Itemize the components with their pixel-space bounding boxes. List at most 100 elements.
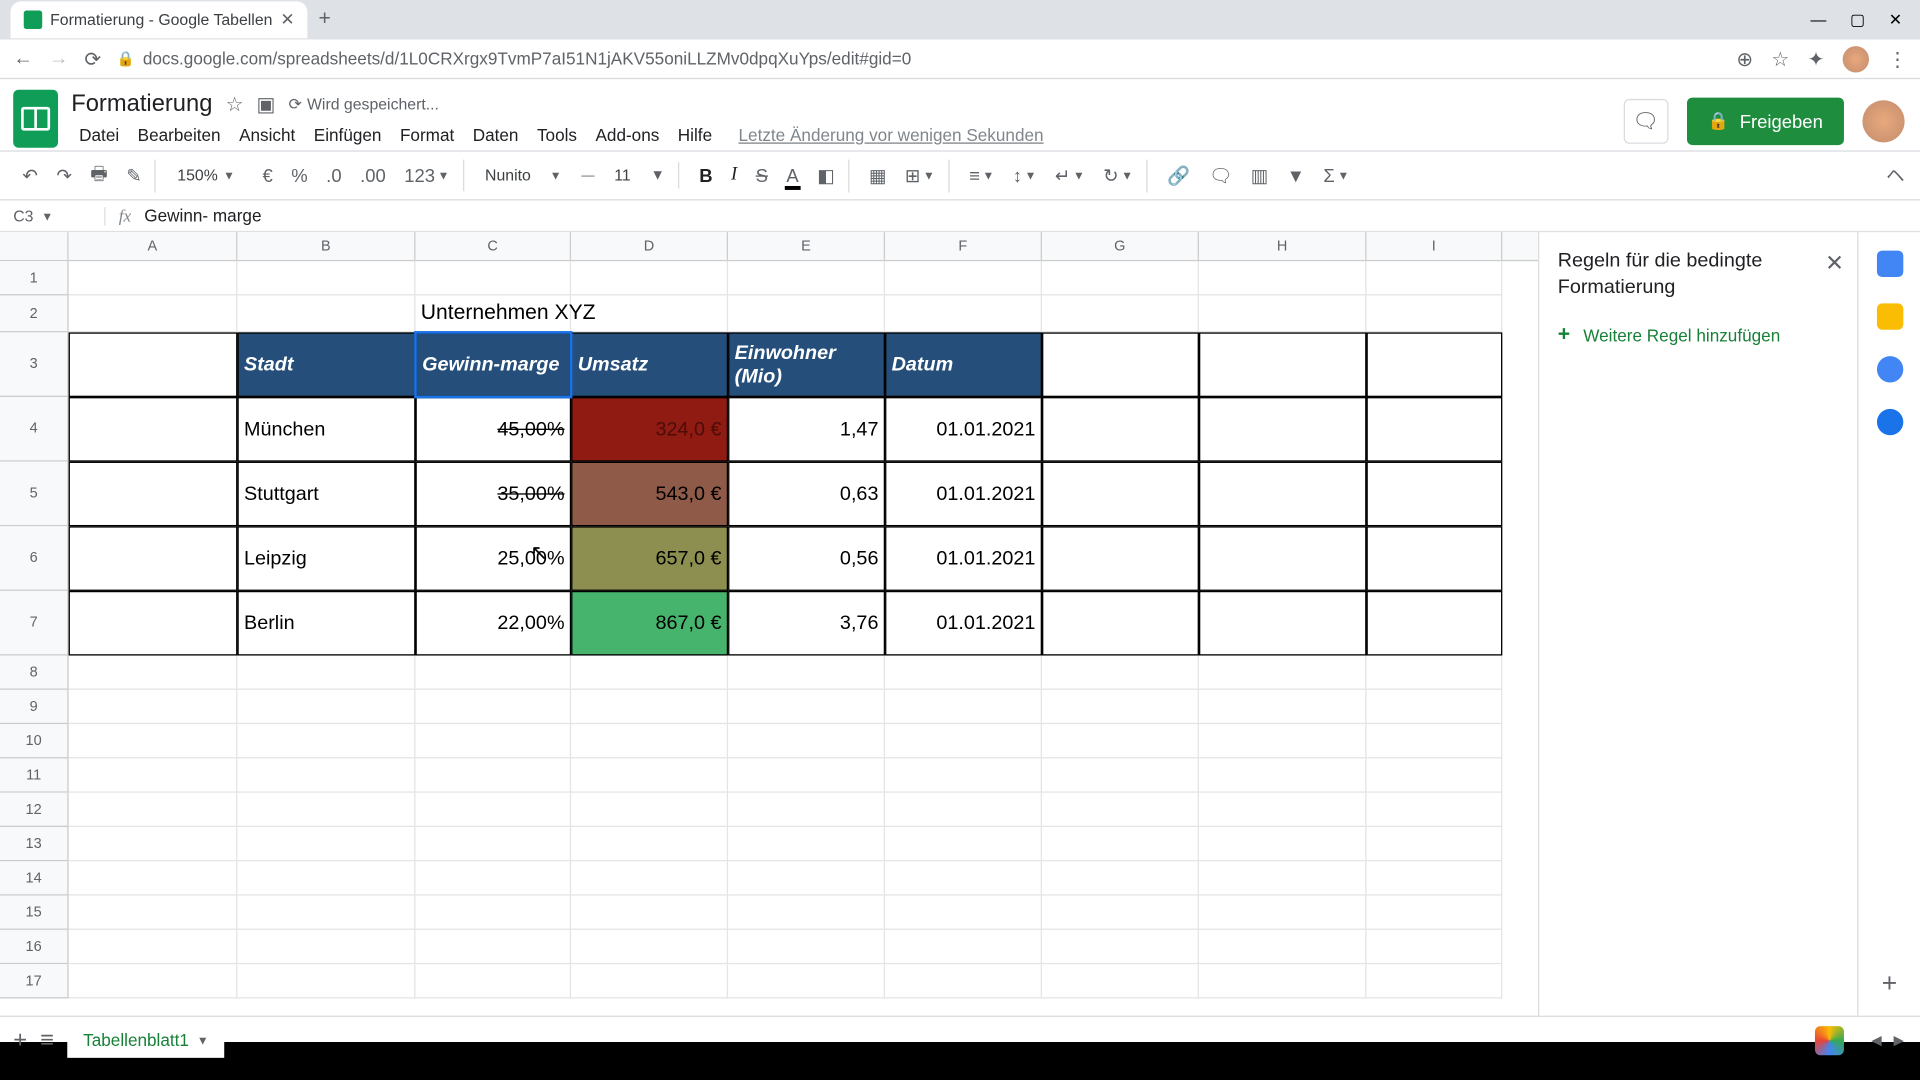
cell[interactable] <box>1199 526 1367 591</box>
all-sheets-button[interactable]: ≡ <box>40 1026 54 1054</box>
cell[interactable]: Gewinn-marge <box>415 332 571 397</box>
cell[interactable]: Umsatz <box>571 332 728 397</box>
menu-data[interactable]: Daten <box>465 120 527 150</box>
borders-button[interactable]: ▦ <box>862 159 893 192</box>
cell[interactable]: München <box>237 397 415 462</box>
row-header-17[interactable]: 17 <box>0 964 69 998</box>
cell[interactable] <box>1042 332 1199 397</box>
cell[interactable] <box>1042 261 1199 295</box>
cell[interactable] <box>885 827 1042 861</box>
cell[interactable] <box>1042 591 1199 656</box>
name-box[interactable]: C3▼ <box>0 206 106 224</box>
cell[interactable] <box>571 827 728 861</box>
star-icon[interactable]: ☆ <box>226 92 244 116</box>
text-color-button[interactable]: A <box>780 160 806 192</box>
cell[interactable] <box>1366 397 1502 462</box>
bookmark-icon[interactable]: ☆ <box>1771 47 1789 71</box>
sheet-tab[interactable]: Tabellenblatt1▼ <box>67 1022 224 1058</box>
cell[interactable] <box>728 261 885 295</box>
cell[interactable] <box>69 261 238 295</box>
cell[interactable] <box>1366 526 1502 591</box>
cell[interactable]: 01.01.2021 <box>885 397 1042 462</box>
row-header-15[interactable]: 15 <box>0 896 69 930</box>
col-header-E[interactable]: E <box>728 232 885 260</box>
cell[interactable] <box>885 690 1042 724</box>
cell[interactable] <box>571 261 728 295</box>
cell[interactable] <box>1199 656 1367 690</box>
cell[interactable] <box>1199 964 1367 998</box>
extensions-icon[interactable]: ✦ <box>1808 47 1825 71</box>
cell[interactable] <box>885 861 1042 895</box>
row-header-13[interactable]: 13 <box>0 827 69 861</box>
cell[interactable] <box>1199 295 1367 332</box>
cell[interactable] <box>69 397 238 462</box>
cell[interactable]: Berlin <box>237 591 415 656</box>
cell[interactable]: 1,47 <box>728 397 885 462</box>
nav-forward-icon[interactable]: → <box>49 47 69 69</box>
cell[interactable] <box>415 827 571 861</box>
cell[interactable] <box>69 758 238 792</box>
cell[interactable] <box>237 724 415 758</box>
cell[interactable] <box>69 656 238 690</box>
cell[interactable] <box>1042 896 1199 930</box>
format-currency-button[interactable]: € <box>256 160 279 192</box>
cell[interactable] <box>885 964 1042 998</box>
cell[interactable] <box>1366 656 1502 690</box>
collapse-toolbar-icon[interactable]: ヘ <box>1886 162 1904 188</box>
cell[interactable] <box>1042 861 1199 895</box>
cell[interactable]: Stadt <box>237 332 415 397</box>
cell[interactable] <box>1042 724 1199 758</box>
cell[interactable]: 22,00% <box>415 591 571 656</box>
col-header-G[interactable]: G <box>1042 232 1199 260</box>
row-header-11[interactable]: 11 <box>0 758 69 792</box>
move-to-folder-icon[interactable]: ▣ <box>257 92 276 116</box>
cell[interactable] <box>728 827 885 861</box>
tasks-icon[interactable] <box>1876 356 1902 382</box>
row-header-3[interactable]: 3 <box>0 332 69 397</box>
cell[interactable] <box>69 724 238 758</box>
cell[interactable] <box>69 526 238 591</box>
window-minimize-icon[interactable]: — <box>1810 11 1826 29</box>
vertical-align-button[interactable]: ↕▼ <box>1006 160 1043 192</box>
cell[interactable]: 324,0 € <box>571 397 728 462</box>
cell[interactable] <box>571 758 728 792</box>
cell[interactable] <box>69 462 238 527</box>
cell[interactable] <box>885 896 1042 930</box>
col-header-B[interactable]: B <box>237 232 415 260</box>
row-header-9[interactable]: 9 <box>0 690 69 724</box>
cell[interactable] <box>1366 462 1502 527</box>
cell[interactable] <box>237 295 415 332</box>
cell[interactable]: Leipzig <box>237 526 415 591</box>
italic-button[interactable]: I <box>724 160 743 192</box>
cell[interactable] <box>728 690 885 724</box>
cell[interactable] <box>415 861 571 895</box>
cell[interactable]: Stuttgart <box>237 462 415 527</box>
cell[interactable] <box>1366 896 1502 930</box>
cell[interactable] <box>885 793 1042 827</box>
cell[interactable] <box>885 724 1042 758</box>
cell[interactable] <box>69 861 238 895</box>
col-header-A[interactable]: A <box>69 232 238 260</box>
text-rotation-button[interactable]: ↻▼ <box>1097 159 1148 192</box>
cell[interactable] <box>237 758 415 792</box>
paint-format-button[interactable]: ✎ <box>120 159 157 192</box>
cell[interactable] <box>1199 690 1367 724</box>
font-size-increase[interactable]: ▼ <box>644 162 679 188</box>
browser-menu-icon[interactable]: ⋮ <box>1887 47 1907 71</box>
nav-back-icon[interactable]: ← <box>13 47 33 69</box>
add-sheet-button[interactable]: + <box>13 1026 27 1054</box>
cell[interactable] <box>69 690 238 724</box>
undo-button[interactable]: ↶ <box>16 159 45 192</box>
cell[interactable] <box>237 964 415 998</box>
cell[interactable] <box>728 896 885 930</box>
cell[interactable] <box>415 896 571 930</box>
font-size-decrease[interactable]: — <box>575 163 601 188</box>
row-header-6[interactable]: 6 <box>0 526 69 591</box>
cell[interactable]: 867,0 € <box>571 591 728 656</box>
formula-input[interactable]: Gewinn- marge <box>144 206 261 226</box>
scroll-right-icon[interactable]: ► <box>1890 1030 1907 1050</box>
cell[interactable] <box>415 964 571 998</box>
cell[interactable] <box>1042 793 1199 827</box>
cell[interactable] <box>571 724 728 758</box>
cell[interactable]: Unternehmen XYZ <box>415 295 571 332</box>
